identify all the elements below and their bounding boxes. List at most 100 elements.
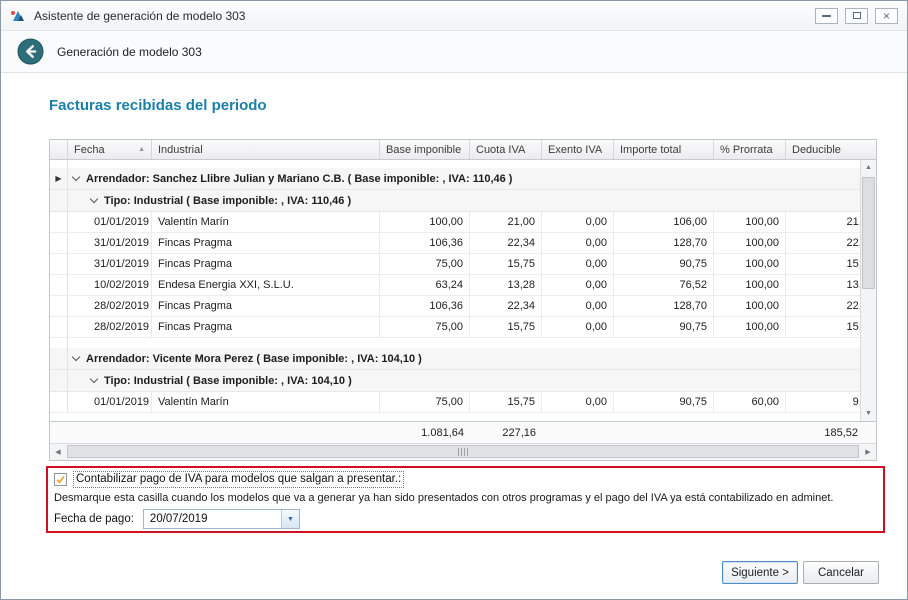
siguiente-button[interactable]: Siguiente > [722,561,798,584]
column-header-fecha[interactable]: Fecha▲ [68,140,152,159]
grid-data-row[interactable]: 01/01/2019Valentín Marín75,0015,750,0090… [50,392,876,413]
window-title: Asistente de generación de modelo 303 [34,9,815,23]
row-indicator-cell [50,233,68,253]
row-indicator-cell [50,275,68,295]
grid-data-row[interactable]: 31/01/2019Fincas Pragma106,3622,340,0012… [50,233,876,254]
fecha-pago-dropdown-button[interactable]: ▼ [281,510,299,528]
titlebar: Asistente de generación de modelo 303 × [1,1,907,31]
scroll-right-button[interactable]: ▶ [860,444,876,460]
fecha-pago-value[interactable]: 20/07/2019 [144,510,281,528]
cell-base: 75,00 [380,317,470,337]
grid-data-row[interactable]: 28/02/2019Fincas Pragma106,3622,340,0012… [50,296,876,317]
cell-industrial: Fincas Pragma [152,317,380,337]
vertical-scrollbar[interactable]: ▲ ▼ [860,160,876,421]
column-header-prorrata[interactable]: % Prorrata [714,140,786,159]
column-header-base[interactable]: Base imponible [380,140,470,159]
fecha-pago-input[interactable]: 20/07/2019 ▼ [143,509,300,529]
cancelar-button[interactable]: Cancelar [803,561,879,584]
column-header-importe[interactable]: Importe total [614,140,714,159]
cell-cuota: 15,75 [470,254,542,274]
grid-subgroup-row[interactable]: Tipo: Industrial ( Base imponible: , IVA… [50,190,876,212]
cell-cuota: 15,75 [470,317,542,337]
total-deducible: 185,52 [786,422,876,443]
group-content: Tipo: Industrial ( Base imponible: , IVA… [68,190,876,211]
iva-options-panel: Contabilizar pago de IVA para modelos qu… [46,466,885,533]
header-indicator-cell [50,140,68,159]
cell-exento: 0,00 [542,254,614,274]
row-indicator-cell [50,392,68,412]
collapse-chevron-icon[interactable] [90,196,99,205]
scroll-up-button[interactable]: ▲ [861,160,876,175]
cell-industrial: Endesa Energia XXI, S.L.U. [152,275,380,295]
row-indicator-cell [50,348,68,369]
cell-fecha: 01/01/2019 [68,392,152,412]
maximize-button[interactable] [845,8,868,24]
back-button[interactable] [17,38,44,65]
grid-group-row[interactable]: Arrendador: Vicente Mora Perez ( Base im… [50,348,876,370]
cell-cuota: 15,75 [470,392,542,412]
cell-prorrata: 100,00 [714,212,786,232]
grid-header-row: Fecha▲IndustrialBase imponibleCuota IVAE… [50,140,876,160]
cell-cuota: 13,28 [470,275,542,295]
app-logo-icon [10,8,26,24]
grid-body: ▶Arrendador: Sanchez Llibre Julian y Mar… [50,160,876,421]
horizontal-scrollbar-thumb[interactable] [67,445,859,458]
scroll-up-icon: ▲ [865,164,872,171]
checkbox-row: Contabilizar pago de IVA para modelos qu… [54,471,404,488]
cell-exento: 0,00 [542,233,614,253]
wizard-header: Generación de modelo 303 [1,31,907,73]
fecha-pago-row: Fecha de pago: 20/07/2019 ▼ [54,509,300,529]
content-area: Facturas recibidas del periodo Fecha▲Ind… [1,73,907,599]
cell-exento: 0,00 [542,296,614,316]
cell-exento: 0,00 [542,392,614,412]
summary-empty-cell [68,422,152,443]
contabilizar-pago-checkbox-label[interactable]: Contabilizar pago de IVA para modelos qu… [73,471,404,488]
row-indicator-cell [50,212,68,232]
contabilizar-pago-checkbox[interactable] [54,473,67,486]
cell-fecha: 28/02/2019 [68,317,152,337]
collapse-chevron-icon[interactable] [72,174,81,183]
horizontal-scrollbar[interactable]: ◀ ▶ [50,443,876,460]
summary-empty-cell [542,422,614,443]
scrollbar-grip-icon [458,448,469,456]
close-button[interactable]: × [875,8,898,24]
grid-data-row[interactable]: 10/02/2019Endesa Energia XXI, S.L.U.63,2… [50,275,876,296]
column-header-cuota[interactable]: Cuota IVA [470,140,542,159]
group-content: Tipo: Industrial ( Base imponible: , IVA… [68,370,876,391]
cell-fecha: 01/01/2019 [68,212,152,232]
grid-spacer-row [50,338,876,348]
group-content: Arrendador: Sanchez Llibre Julian y Mari… [68,168,876,189]
cell-fecha: 31/01/2019 [68,233,152,253]
grid-data-row[interactable]: 31/01/2019Fincas Pragma75,0015,750,0090,… [50,254,876,275]
column-header-exento[interactable]: Exento IVA [542,140,614,159]
cell-industrial: Fincas Pragma [152,233,380,253]
grid-group-row[interactable]: ▶Arrendador: Sanchez Llibre Julian y Mar… [50,168,876,190]
collapse-chevron-icon[interactable] [72,354,81,363]
row-indicator-cell: ▶ [50,168,68,189]
column-header-deducible[interactable]: Deducible [786,140,876,159]
cell-base: 75,00 [380,254,470,274]
scroll-left-icon: ◀ [55,448,60,456]
total-cuota-iva: 227,16 [470,422,542,443]
group-label: Tipo: Industrial ( Base imponible: , IVA… [104,195,351,207]
cell-importe: 128,70 [614,296,714,316]
collapse-chevron-icon[interactable] [90,376,99,385]
scroll-left-button[interactable]: ◀ [50,444,66,460]
column-header-industrial[interactable]: Industrial [152,140,380,159]
page-title: Facturas recibidas del periodo [49,97,267,114]
vertical-scrollbar-thumb[interactable] [862,177,875,289]
cell-base: 100,00 [380,212,470,232]
close-icon: × [883,10,890,22]
cell-importe: 76,52 [614,275,714,295]
checkmark-icon [55,473,66,486]
column-header-label: Fecha [74,144,105,156]
grid-data-row[interactable]: 01/01/2019Valentín Marín100,0021,000,001… [50,212,876,233]
scroll-down-button[interactable]: ▼ [861,406,876,421]
minimize-button[interactable] [815,8,838,24]
cell-fecha: 31/01/2019 [68,254,152,274]
invoices-grid: Fecha▲IndustrialBase imponibleCuota IVAE… [49,139,877,461]
grid-subgroup-row[interactable]: Tipo: Industrial ( Base imponible: , IVA… [50,370,876,392]
cell-importe: 90,75 [614,317,714,337]
cell-base: 106,36 [380,233,470,253]
grid-data-row[interactable]: 28/02/2019Fincas Pragma75,0015,750,0090,… [50,317,876,338]
